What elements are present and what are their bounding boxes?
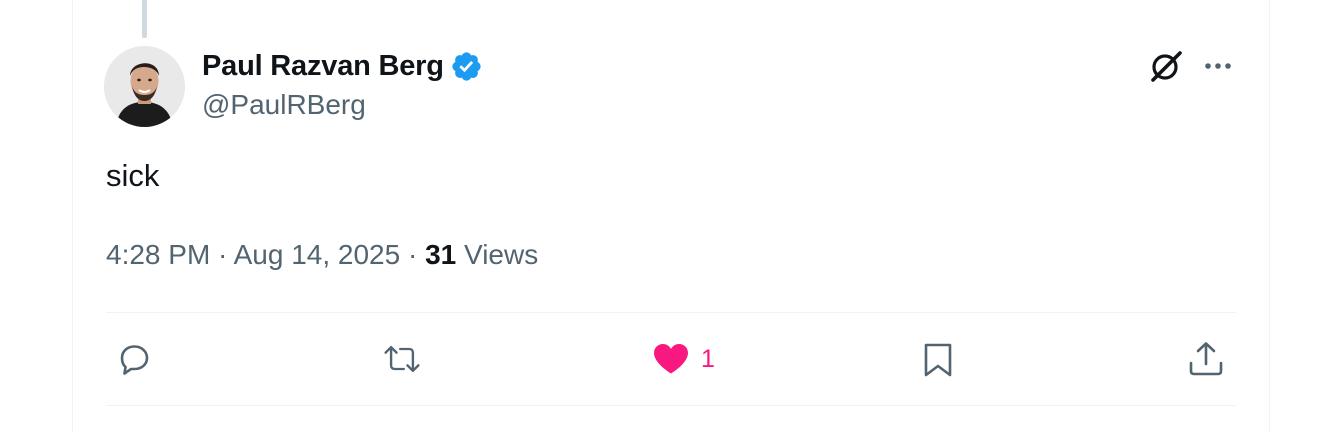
grok-icon[interactable] [1148, 48, 1184, 84]
author-handle[interactable]: @PaulRBerg [202, 89, 366, 121]
thread-connector-line [142, 0, 147, 38]
share-button[interactable] [1186, 339, 1226, 379]
divider [106, 405, 1236, 406]
tweet-text: sick [106, 158, 160, 193]
more-options-icon[interactable] [1202, 55, 1234, 77]
tweet-timestamp[interactable]: 4:28 PM · Aug 14, 2025 [106, 239, 400, 270]
bookmark-button[interactable] [918, 339, 958, 379]
like-count: 1 [701, 344, 715, 373]
views-label: Views [456, 239, 539, 270]
author-display-name[interactable]: Paul Razvan Berg [202, 50, 444, 83]
reply-icon [120, 345, 149, 375]
bookmark-icon [924, 343, 952, 377]
divider [106, 312, 1236, 313]
tweet-meta: 4:28 PM · Aug 14, 2025 · 31 Views [106, 239, 538, 271]
retweet-icon [384, 346, 420, 372]
reply-button[interactable] [114, 339, 154, 379]
verified-badge-icon [452, 51, 481, 81]
heart-filled-icon [654, 344, 688, 374]
tweet-page: Paul Razvan Berg @PaulRBerg sick 4:28 PM… [0, 0, 1330, 432]
share-icon [1189, 342, 1223, 376]
author-name-row[interactable]: Paul Razvan Berg [202, 48, 483, 84]
views-count: 31 [425, 239, 457, 270]
avatar[interactable] [104, 46, 185, 127]
meta-separator: · [400, 239, 426, 270]
retweet-button[interactable] [382, 339, 422, 379]
like-button[interactable]: 1 [651, 339, 715, 379]
